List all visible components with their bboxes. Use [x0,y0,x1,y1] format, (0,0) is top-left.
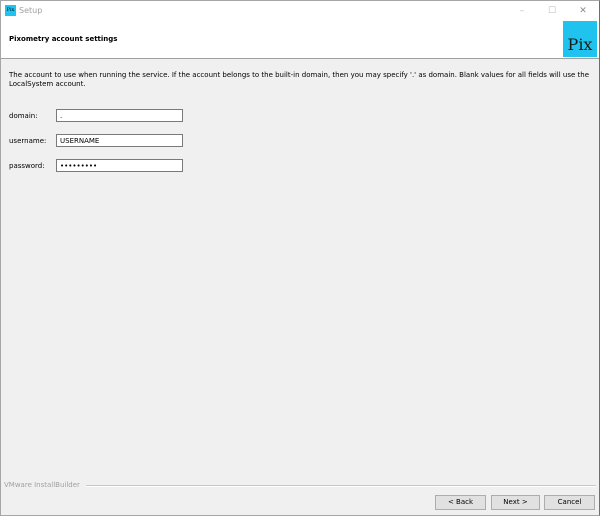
password-label: password: [9,162,45,170]
cancel-button[interactable]: Cancel [544,495,595,510]
maximize-icon[interactable]: ☐ [538,1,566,21]
app-icon-label: Pix [6,7,15,13]
back-button[interactable]: < Back [435,495,486,510]
password-input[interactable] [56,159,183,172]
close-icon[interactable]: ✕ [569,1,597,21]
pix-logo-text: Pix [567,35,593,54]
username-label: username: [9,137,47,145]
next-button[interactable]: Next > [491,495,540,510]
footer-divider [86,485,596,487]
account-description: The account to use when running the serv… [9,71,590,88]
content-area: The account to use when running the serv… [1,59,599,479]
window-title: Setup [19,6,43,15]
setup-window: Pix Setup – ☐ ✕ Pixometry account settin… [0,0,600,516]
page-header: Pixometry account settings Pix [1,21,599,59]
domain-input[interactable] [56,109,183,122]
pix-logo: Pix [563,21,597,57]
minimize-icon[interactable]: – [508,1,536,21]
installbuilder-brand: VMware InstallBuilder [4,481,80,489]
username-input[interactable] [56,134,183,147]
domain-label: domain: [9,112,38,120]
app-icon: Pix [5,5,16,16]
title-bar[interactable]: Pix Setup – ☐ ✕ [1,1,599,21]
page-title: Pixometry account settings [9,35,118,43]
